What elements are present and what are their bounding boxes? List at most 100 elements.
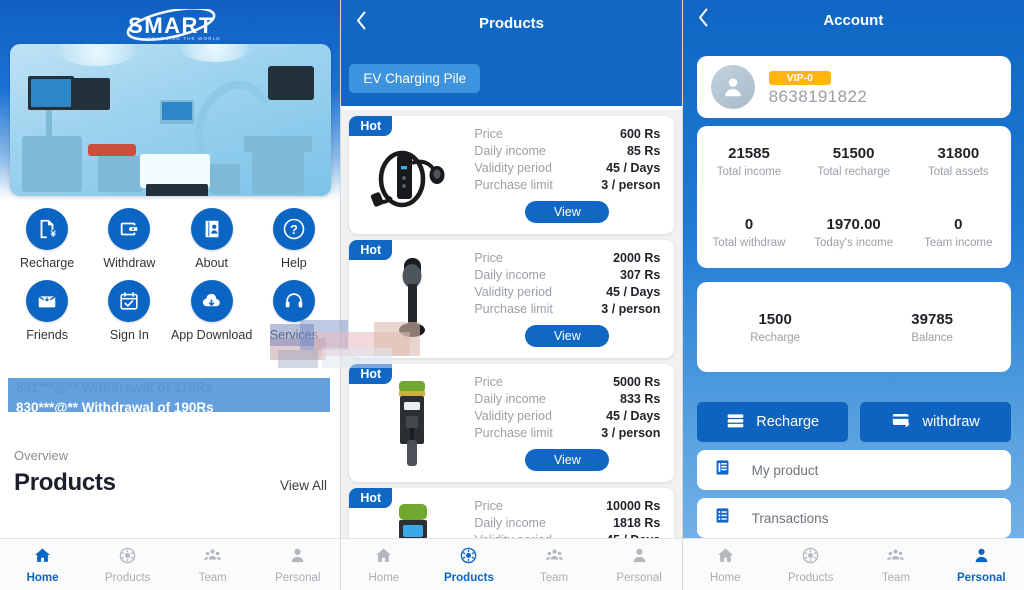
balance-card: 1500 Recharge 39785 Balance: [696, 282, 1011, 372]
stat-value: 21585: [728, 145, 770, 162]
nav-label: Home: [26, 571, 59, 584]
cloud-download-icon: [190, 280, 233, 322]
price-label: Price: [474, 375, 503, 389]
stat-label: Total withdraw: [712, 237, 786, 249]
person-icon: [972, 546, 991, 570]
view-button[interactable]: View: [525, 449, 610, 471]
overview-eyebrow: Overview: [14, 448, 69, 463]
quick-action-withdraw[interactable]: Withdraw: [88, 208, 170, 270]
purchase-limit-label: Purchase limit: [474, 302, 553, 316]
menu-item-my-product[interactable]: My product: [696, 450, 1011, 490]
validity-label: Validity period: [474, 285, 552, 299]
validity-label: Validity period: [474, 409, 552, 423]
nav-label: Products: [444, 571, 494, 584]
status-badge: VIP-0: [768, 70, 831, 85]
menu-item-transactions[interactable]: Transactions: [696, 498, 1011, 538]
home-icon: [33, 546, 52, 570]
quick-action-app-download[interactable]: App Download: [171, 280, 253, 342]
nav-item-team[interactable]: Team: [511, 546, 596, 584]
product-wheel-icon: [118, 546, 137, 570]
withdraw-label: withdraw: [922, 414, 980, 430]
profile-card[interactable]: VIP-0 8638191822: [696, 56, 1011, 118]
tab-ev-charging-pile[interactable]: EV Charging Pile: [349, 64, 481, 93]
price-value: 2000 Rs: [613, 251, 661, 265]
menu-label: My product: [751, 462, 819, 478]
product-wheel-icon: [801, 546, 820, 570]
bottom-nav: Home Products Team Personal: [341, 538, 682, 590]
balance-value: 1500: [758, 310, 792, 328]
daily-income-label: Daily income: [474, 268, 546, 282]
quick-action-label: Sign In: [109, 328, 149, 342]
quick-action-signin[interactable]: Sign In: [88, 280, 170, 342]
product-card[interactable]: Hot Price 5000 Rs Daily income 833 Rs Va…: [349, 364, 675, 482]
home-icon: [374, 546, 393, 570]
back-button[interactable]: [697, 8, 710, 33]
nav-item-personal[interactable]: Personal: [597, 546, 682, 584]
header-title: Products: [478, 14, 544, 32]
chevron-left-icon: [698, 8, 708, 27]
product-card[interactable]: Hot Price10000 Rs Daily income1818 Rs Va…: [349, 488, 675, 538]
three-phone-screens: SMART CHARGING THE WORLD Recharge Withdr…: [0, 0, 1024, 590]
stat-label: Team income: [924, 237, 993, 249]
price-value: 10000 Rs: [606, 499, 661, 513]
quick-action-label: Withdraw: [103, 256, 156, 270]
nav-label: Products: [787, 571, 834, 584]
smart-logo-icon: SMART CHARGING THE WORLD: [126, 9, 219, 41]
view-button[interactable]: View: [525, 201, 610, 223]
nav-item-home[interactable]: Home: [341, 546, 426, 584]
daily-income-value: 85 Rs: [626, 144, 661, 158]
view-button[interactable]: View: [525, 325, 610, 347]
nav-item-personal[interactable]: Personal: [939, 546, 1024, 584]
stat-value: 0: [954, 216, 963, 233]
wallet-icon: [108, 208, 151, 250]
recharge-button[interactable]: Recharge: [696, 402, 848, 442]
quick-action-label: Services: [269, 328, 318, 342]
stat-total-recharge: 51500 Total recharge: [801, 126, 906, 197]
stat-value: 1970.00: [826, 216, 881, 233]
product-card[interactable]: Hot Price 2000 Rs Daily income 307 Rs Vali…: [349, 240, 675, 358]
validity-label: Validity period: [474, 161, 552, 175]
daily-income-value: 1818 Rs: [613, 516, 661, 530]
status-badge: Hot: [349, 364, 393, 384]
nav-item-products[interactable]: Products: [85, 546, 170, 584]
quick-action-services[interactable]: Services: [253, 280, 335, 342]
person-icon: [630, 546, 649, 570]
team-group-icon: [545, 546, 564, 570]
menu-label: Transactions: [751, 510, 829, 526]
products-header: Products EV Charging Pile: [341, 0, 682, 106]
calendar-check-icon: [108, 280, 151, 322]
quick-action-help[interactable]: ? Help: [253, 208, 335, 270]
purchase-limit-value: 3 / person: [601, 426, 661, 440]
cash-stack-icon: [725, 410, 746, 435]
withdraw-button[interactable]: withdraw: [859, 402, 1011, 442]
status-badge: Hot: [349, 488, 393, 508]
quick-action-label: Help: [281, 256, 307, 270]
quick-action-label: Recharge: [20, 256, 75, 270]
nav-item-personal[interactable]: Personal: [255, 546, 340, 584]
purchase-limit-label: Purchase limit: [474, 178, 553, 192]
price-label: Price: [474, 127, 503, 141]
back-button[interactable]: [355, 11, 368, 36]
daily-income-value: 833 Rs: [620, 392, 661, 406]
view-all-link[interactable]: View All: [280, 478, 327, 497]
price-label: Price: [474, 499, 503, 513]
nav-item-team[interactable]: Team: [170, 546, 255, 584]
nav-item-products[interactable]: Products: [768, 546, 853, 584]
nav-label: Team: [198, 571, 227, 584]
hero-operating-room-image: [10, 44, 331, 196]
nav-item-home[interactable]: Home: [0, 546, 85, 584]
home-screen: SMART CHARGING THE WORLD Recharge Withdr…: [0, 0, 341, 590]
avatar: [710, 65, 755, 109]
nav-item-home[interactable]: Home: [683, 546, 768, 584]
stat-team-income: 0 Team income: [906, 197, 1011, 268]
quick-action-friends[interactable]: Friends: [6, 280, 88, 342]
nav-item-team[interactable]: Team: [853, 546, 938, 584]
product-card[interactable]: Hot Price 600 Rs Daily income 85 Rs Vali…: [349, 116, 675, 234]
card-arrow-icon: [891, 409, 913, 435]
quick-action-recharge[interactable]: Recharge: [6, 208, 88, 270]
nav-item-products[interactable]: Products: [426, 546, 511, 584]
chevron-left-icon: [357, 11, 366, 30]
nav-label: Home: [709, 571, 741, 584]
quick-action-about[interactable]: About: [171, 208, 253, 270]
team-group-icon: [886, 546, 905, 570]
